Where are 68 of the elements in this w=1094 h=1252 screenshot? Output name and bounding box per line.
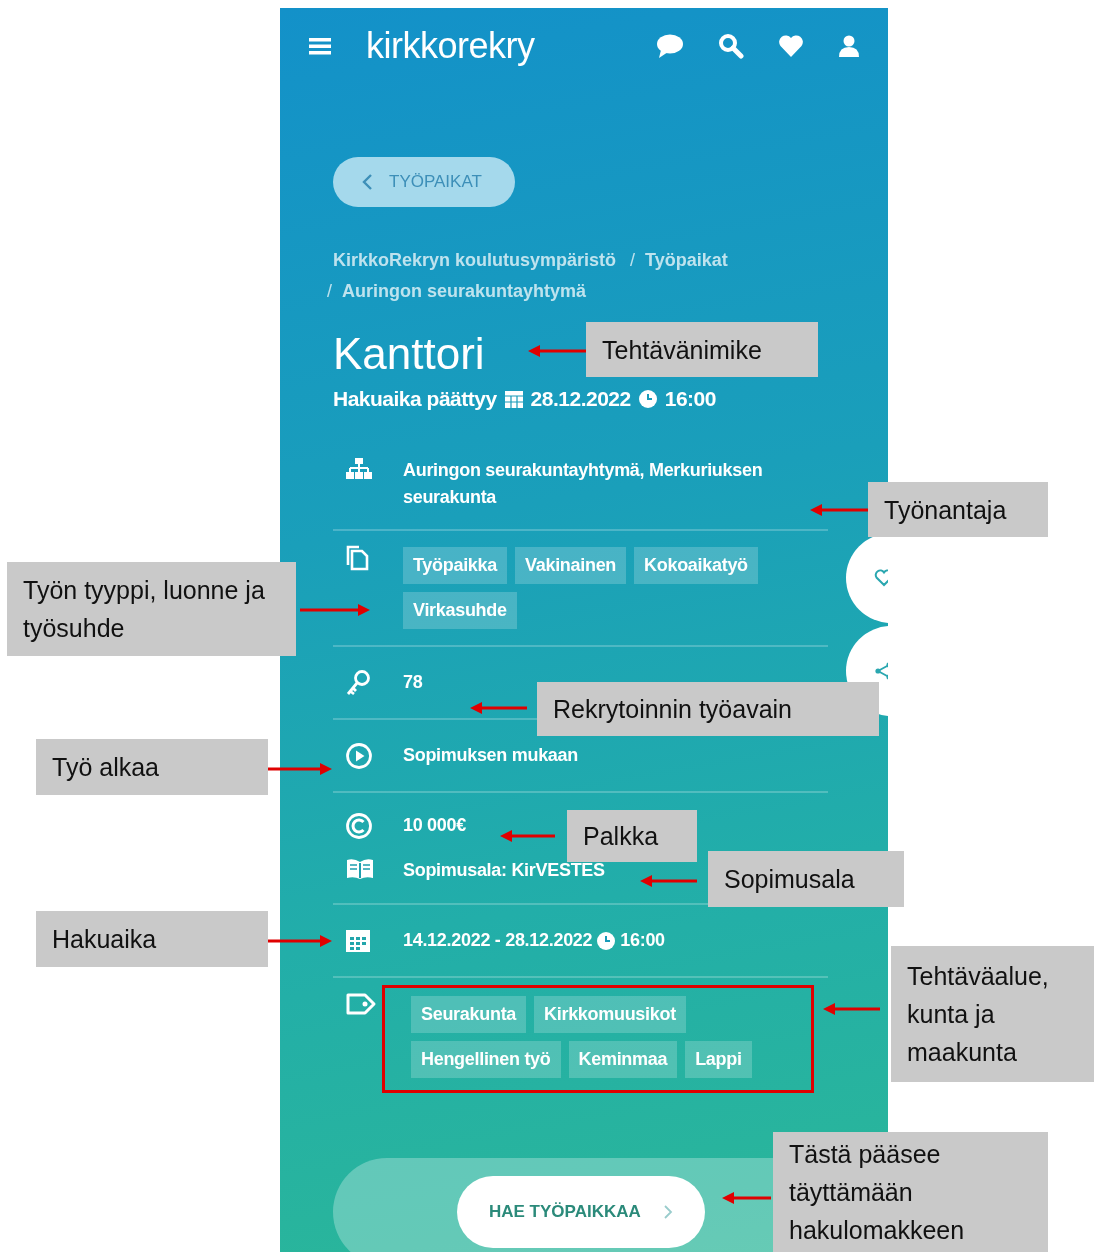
org-chart-icon	[345, 457, 373, 481]
callout-label: Sopimusala	[708, 851, 904, 907]
breadcrumb-link[interactable]: Työpaikat	[645, 245, 728, 276]
job-type-tag[interactable]: Virkasuhde	[403, 592, 517, 629]
heart-outline-icon	[874, 569, 888, 587]
callout-label: Rekrytoinnin työavain	[537, 682, 879, 736]
job-type-tag[interactable]: Työpaikka	[403, 547, 507, 584]
area-tag[interactable]: Seurakunta	[411, 996, 527, 1033]
work-key-value: 78	[403, 671, 423, 694]
share-icon	[874, 661, 888, 681]
apply-button[interactable]: HAE TYÖPAIKKAA	[457, 1176, 705, 1248]
contract-field-text: Sopimusala: KirVESTES	[403, 859, 605, 882]
salary-text: 10 000€	[403, 814, 466, 837]
chevron-right-icon	[662, 1204, 673, 1220]
arrow	[528, 344, 586, 358]
arrow	[300, 603, 370, 617]
job-type-tag[interactable]: Vakinainen	[515, 547, 627, 584]
employer-name: Auringon seurakuntayhtymä, Merkuriuksen seurakunta	[403, 460, 763, 507]
area-tag[interactable]: Lappi	[685, 1041, 752, 1078]
arrow	[640, 874, 697, 888]
copyright-icon	[345, 812, 373, 840]
breadcrumb-link[interactable]: Auringon seurakuntayhtymä	[342, 276, 587, 307]
chevron-left-icon	[361, 173, 373, 191]
clock-icon	[596, 930, 617, 951]
application-time: 16:00	[620, 929, 665, 952]
callout-label: Palkka	[567, 810, 697, 862]
clock-icon	[637, 389, 658, 409]
open-book-icon	[345, 857, 375, 881]
area-tag[interactable]: Hengellinen työ	[411, 1041, 561, 1078]
calendar-icon	[345, 927, 371, 953]
breadcrumb-separator: /	[327, 280, 332, 303]
job-title: Kanttori	[333, 328, 485, 380]
logo[interactable]: kirkkorekry	[366, 25, 535, 67]
callout-label: Työ alkaa	[36, 739, 268, 795]
callout-label: Tehtävänimike	[586, 322, 818, 377]
key-icon	[345, 669, 371, 697]
chat-bubble-icon[interactable]	[656, 33, 684, 59]
arrow	[500, 829, 555, 843]
breadcrumb-separator: /	[630, 249, 636, 272]
area-tag[interactable]: Keminmaa	[568, 1041, 678, 1078]
start-date-text: Sopimuksen mukaan	[403, 744, 578, 767]
breadcrumb-link[interactable]: KirkkoRekryn koulutusympäristö	[333, 245, 617, 276]
arrow	[268, 762, 332, 776]
deadline-date: 28.12.2022	[530, 387, 631, 411]
callout-label: Tehtäväalue, kunta ja maakunta	[891, 946, 1094, 1082]
deadline-label: Hakuaika päättyy	[333, 387, 497, 411]
callout-label: Tästä pääsee täyttämään hakulomakkeen	[773, 1132, 1048, 1252]
back-button[interactable]: TYÖPAIKAT	[333, 157, 515, 207]
arrow	[823, 1002, 880, 1016]
arrow	[810, 503, 868, 517]
user-icon[interactable]	[838, 34, 860, 58]
application-period: 14.12.2022 - 28.12.2022	[403, 929, 593, 952]
job-type-tag[interactable]: Kokoaikatyö	[634, 547, 758, 584]
play-circle-icon	[345, 742, 373, 770]
arrow	[722, 1191, 771, 1205]
callout-label: Työn tyyppi, luonne ja työsuhde	[7, 562, 296, 656]
calendar-icon	[503, 389, 524, 409]
callout-label: Hakuaika	[36, 911, 268, 967]
search-icon[interactable]	[718, 33, 744, 59]
arrow	[268, 934, 332, 948]
tag-icon	[345, 992, 377, 1016]
menu-icon[interactable]	[308, 36, 332, 56]
arrow	[470, 701, 527, 715]
document-icon	[345, 545, 369, 571]
area-tag[interactable]: Kirkkomuusikot	[534, 996, 686, 1033]
callout-label: Työnantaja	[868, 482, 1048, 537]
deadline-time: 16:00	[664, 387, 716, 411]
heart-icon[interactable]	[778, 34, 804, 58]
